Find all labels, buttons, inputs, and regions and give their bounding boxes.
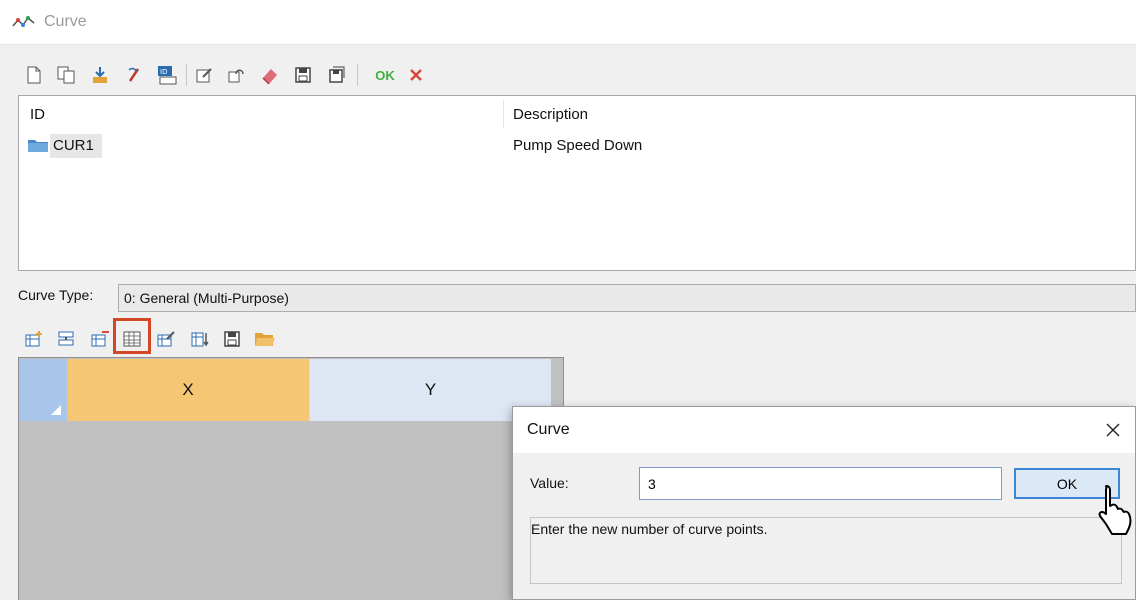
column-divider xyxy=(503,100,504,128)
delete-row-icon[interactable] xyxy=(89,328,111,350)
corner-triangle xyxy=(51,405,61,415)
svg-text:ID: ID xyxy=(160,68,167,76)
folder-icon xyxy=(28,140,48,152)
toolbar-separator xyxy=(357,64,358,86)
mouse-cursor-icon xyxy=(1098,485,1132,535)
id-table-icon[interactable]: ID xyxy=(156,64,178,86)
edit-table-icon[interactable] xyxy=(155,328,177,350)
curve-type-value: 0: General (Multi-Purpose) xyxy=(124,290,289,306)
sort-table-icon[interactable] xyxy=(189,328,211,350)
import-icon[interactable] xyxy=(89,64,111,86)
dialog-title: Curve xyxy=(527,421,570,438)
edit-group-icon[interactable] xyxy=(225,64,247,86)
list-item-id[interactable]: CUR1 xyxy=(53,137,94,154)
insert-row-icon[interactable] xyxy=(55,328,77,350)
column-header-description[interactable]: Description xyxy=(513,106,588,123)
column-header-id[interactable]: ID xyxy=(30,106,45,123)
open-folder-icon[interactable] xyxy=(254,328,276,350)
window-titlebar xyxy=(0,0,1136,44)
highlight-box xyxy=(113,318,151,354)
titlebar-divider xyxy=(0,44,1136,45)
save-icon[interactable] xyxy=(221,328,243,350)
eraser-icon[interactable] xyxy=(259,64,281,86)
value-label: Value: xyxy=(530,475,569,491)
ok-button[interactable]: OK xyxy=(372,64,398,86)
list-item-description[interactable]: Pump Speed Down xyxy=(513,137,642,154)
new-document-icon[interactable] xyxy=(23,64,45,86)
save-icon[interactable] xyxy=(292,64,314,86)
add-row-icon[interactable] xyxy=(23,328,45,350)
curve-type-label: Curve Type: xyxy=(18,287,94,303)
dialog-titlebar xyxy=(513,407,1135,453)
save-all-icon[interactable] xyxy=(326,64,348,86)
grid-column-header-x[interactable]: X xyxy=(67,359,310,421)
curve-chart-icon xyxy=(12,16,35,27)
edit-link-icon[interactable] xyxy=(123,64,145,86)
copy-icon[interactable] xyxy=(55,64,77,86)
cancel-x-icon[interactable] xyxy=(405,64,427,86)
close-icon[interactable] xyxy=(1102,419,1124,441)
toolbar-separator xyxy=(186,64,187,86)
window-title: Curve xyxy=(44,13,87,30)
dialog-message: Enter the new number of curve points. xyxy=(531,521,768,537)
edit-icon[interactable] xyxy=(193,64,215,86)
value-input[interactable] xyxy=(639,467,1002,500)
